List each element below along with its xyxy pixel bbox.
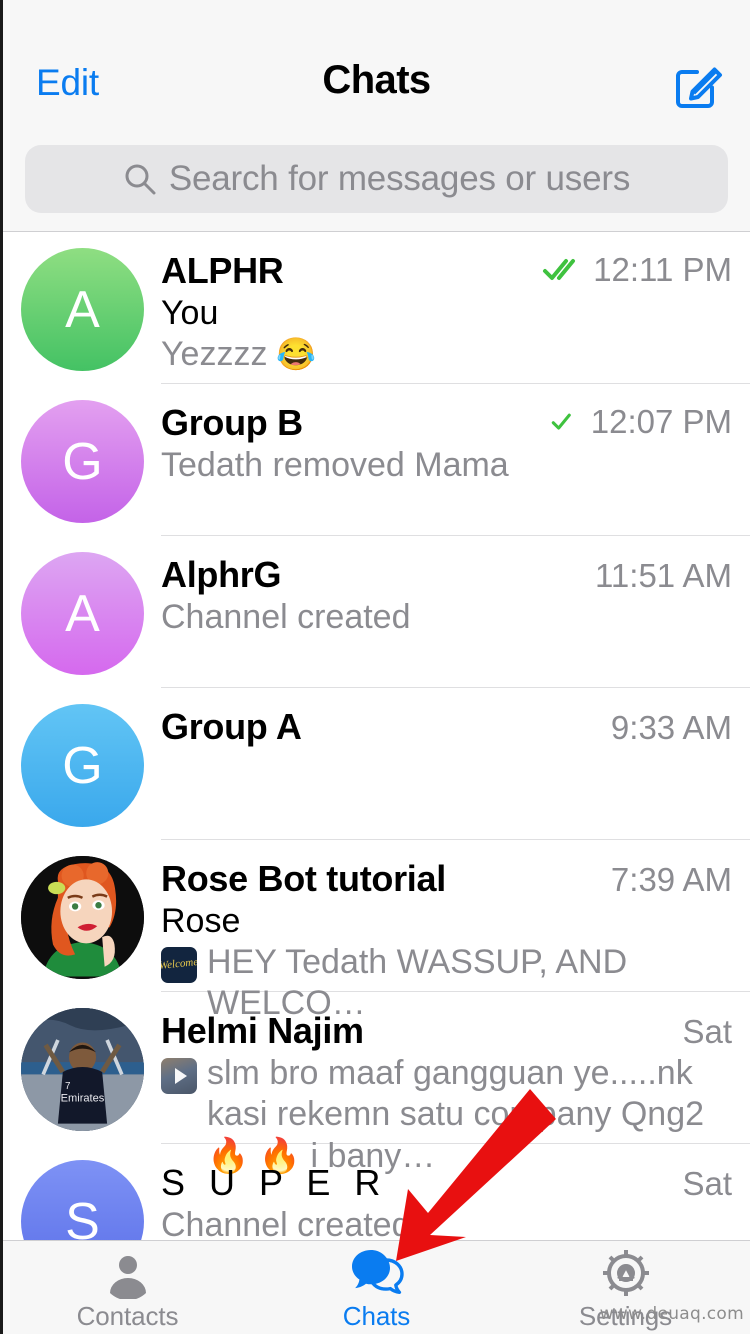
chat-list[interactable]: A ALPHR 12:11 PM You Yezzzz 😂 G Group B 12:07 P… [3, 232, 750, 1334]
chat-title: ALPHR [161, 250, 284, 291]
search-bar[interactable]: Search for messages or users [25, 145, 728, 213]
chat-title: S U P E R [161, 1162, 388, 1203]
chat-row-body: AlphrG 11:51 AM Channel created [161, 536, 750, 688]
chat-row-body: Group B 12:07 PM Tedath removed Mama [161, 384, 750, 536]
chat-timestamp: 12:11 PM [593, 251, 732, 288]
compose-icon[interactable] [672, 56, 728, 112]
svg-text:Emirates: Emirates [61, 1092, 105, 1104]
avatar[interactable]: G [21, 400, 144, 523]
settings-icon [599, 1247, 653, 1299]
contact-avatar-image: Emirates 7 [21, 1008, 144, 1131]
avatar[interactable]: G [21, 704, 144, 827]
single-check-icon [551, 413, 571, 430]
chats-icon [350, 1247, 404, 1299]
chat-row[interactable]: A AlphrG 11:51 AM Channel created [3, 536, 750, 688]
rose-bot-avatar-image [21, 856, 144, 979]
chat-row-header: Rose Bot tutorial 7:39 AM [161, 858, 732, 900]
chat-meta: Sat [682, 1165, 732, 1203]
phone-screen: Edit Chats Search for messages or users … [0, 0, 750, 1334]
video-thumbnail [161, 1058, 197, 1094]
chat-row[interactable]: Rose Bot tutorial 7:39 AM Rose Welcome HEY T… [3, 840, 750, 1022]
avatar[interactable]: A [21, 248, 144, 371]
chat-row[interactable]: A ALPHR 12:11 PM You Yezzzz 😂 [3, 232, 750, 384]
avatar-initial: A [65, 584, 100, 643]
chat-preview-text: Yezzzz 😂 [161, 335, 317, 373]
search-field[interactable]: Search for messages or users [25, 145, 728, 213]
navigation-bar: Edit Chats Search for messages or users [3, 0, 750, 232]
chat-meta: 11:51 AM [595, 557, 732, 595]
tab-chats[interactable]: Chats [252, 1241, 501, 1334]
avatar-column: Emirates 7 [21, 992, 161, 1144]
chat-row-header: ALPHR 12:11 PM [161, 250, 732, 292]
chat-preview: Channel created [161, 597, 732, 638]
chat-timestamp: 9:33 AM [610, 709, 732, 746]
chat-timestamp: Sat [682, 1013, 732, 1050]
chat-row-header: AlphrG 11:51 AM [161, 554, 732, 596]
watermark: www.deuaq.com [599, 1304, 744, 1324]
chat-row-header: Group A 9:33 AM [161, 706, 732, 748]
contacts-icon [102, 1247, 154, 1299]
avatar[interactable]: Emirates 7 [21, 1008, 144, 1131]
double-check-icon [543, 259, 576, 280]
chat-meta: Sat [682, 1013, 732, 1051]
chat-preview-text: Tedath removed Mama [161, 446, 509, 484]
tab-label: Contacts [76, 1301, 179, 1331]
avatar-initial: G [62, 432, 103, 491]
chat-row-body: ALPHR 12:11 PM You Yezzzz 😂 [161, 232, 750, 384]
chat-title: Group A [161, 706, 302, 747]
chat-meta: 7:39 AM [611, 861, 732, 899]
chat-timestamp: 12:07 PM [590, 403, 732, 440]
search-icon [125, 164, 156, 195]
chat-row-body: Helmi Najim Sat slm bro maaf gangguan ye..… [161, 992, 750, 1175]
avatar-column [21, 840, 161, 992]
chat-timestamp: Sat [682, 1165, 732, 1202]
navigation-bar-top: Edit Chats [3, 0, 750, 124]
chat-row[interactable]: Emirates 7 Helmi Najim Sat slm bro maaf gang… [3, 992, 750, 1175]
tab-contacts[interactable]: Contacts [3, 1241, 252, 1334]
tab-label: Chats [342, 1301, 411, 1331]
avatar-column: G [21, 384, 161, 536]
avatar[interactable]: A [21, 552, 144, 675]
chat-meta: 9:33 AM [611, 709, 732, 747]
chat-meta: 12:11 PM [541, 251, 732, 289]
avatar[interactable] [21, 856, 144, 979]
avatar-column: A [21, 536, 161, 688]
svg-text:7: 7 [65, 1081, 70, 1092]
page-title: Chats [322, 58, 431, 102]
chat-preview: Tedath removed Mama [161, 445, 732, 486]
chat-sender: You [161, 294, 219, 332]
chat-timestamp: 11:51 AM [595, 557, 732, 594]
welcome-sticker-thumbnail: Welcome [161, 947, 197, 983]
avatar-initial: G [62, 736, 103, 795]
search-input[interactable]: Search for messages or users [169, 159, 630, 199]
chat-row-body: Rose Bot tutorial 7:39 AM Rose Welcome HEY T… [161, 840, 750, 1022]
chat-meta: 12:07 PM [551, 403, 732, 441]
avatar-column: G [21, 688, 161, 840]
chat-preview: Yezzzz 😂 [161, 334, 732, 375]
chat-row-header: Group B 12:07 PM [161, 402, 732, 444]
chat-row[interactable]: G Group A 9:33 AM [3, 688, 750, 840]
chat-row-header: S U P E R Sat [161, 1162, 732, 1204]
chat-preview-text: Channel created [161, 598, 411, 636]
avatar-initial: A [65, 280, 100, 339]
preview-emoji: 😂 [267, 336, 317, 372]
chat-title: Rose Bot tutorial [161, 858, 446, 899]
chat-sender: Rose [161, 902, 241, 940]
avatar-column: A [21, 232, 161, 384]
chat-title: AlphrG [161, 554, 282, 595]
chat-row-body: Group A 9:33 AM [161, 688, 750, 840]
chat-title: Group B [161, 402, 303, 443]
chat-row-header: Helmi Najim Sat [161, 1010, 732, 1052]
chat-row[interactable]: G Group B 12:07 PM Tedath removed Mama [3, 384, 750, 536]
chat-timestamp: 7:39 AM [610, 861, 732, 898]
chat-title: Helmi Najim [161, 1010, 364, 1051]
